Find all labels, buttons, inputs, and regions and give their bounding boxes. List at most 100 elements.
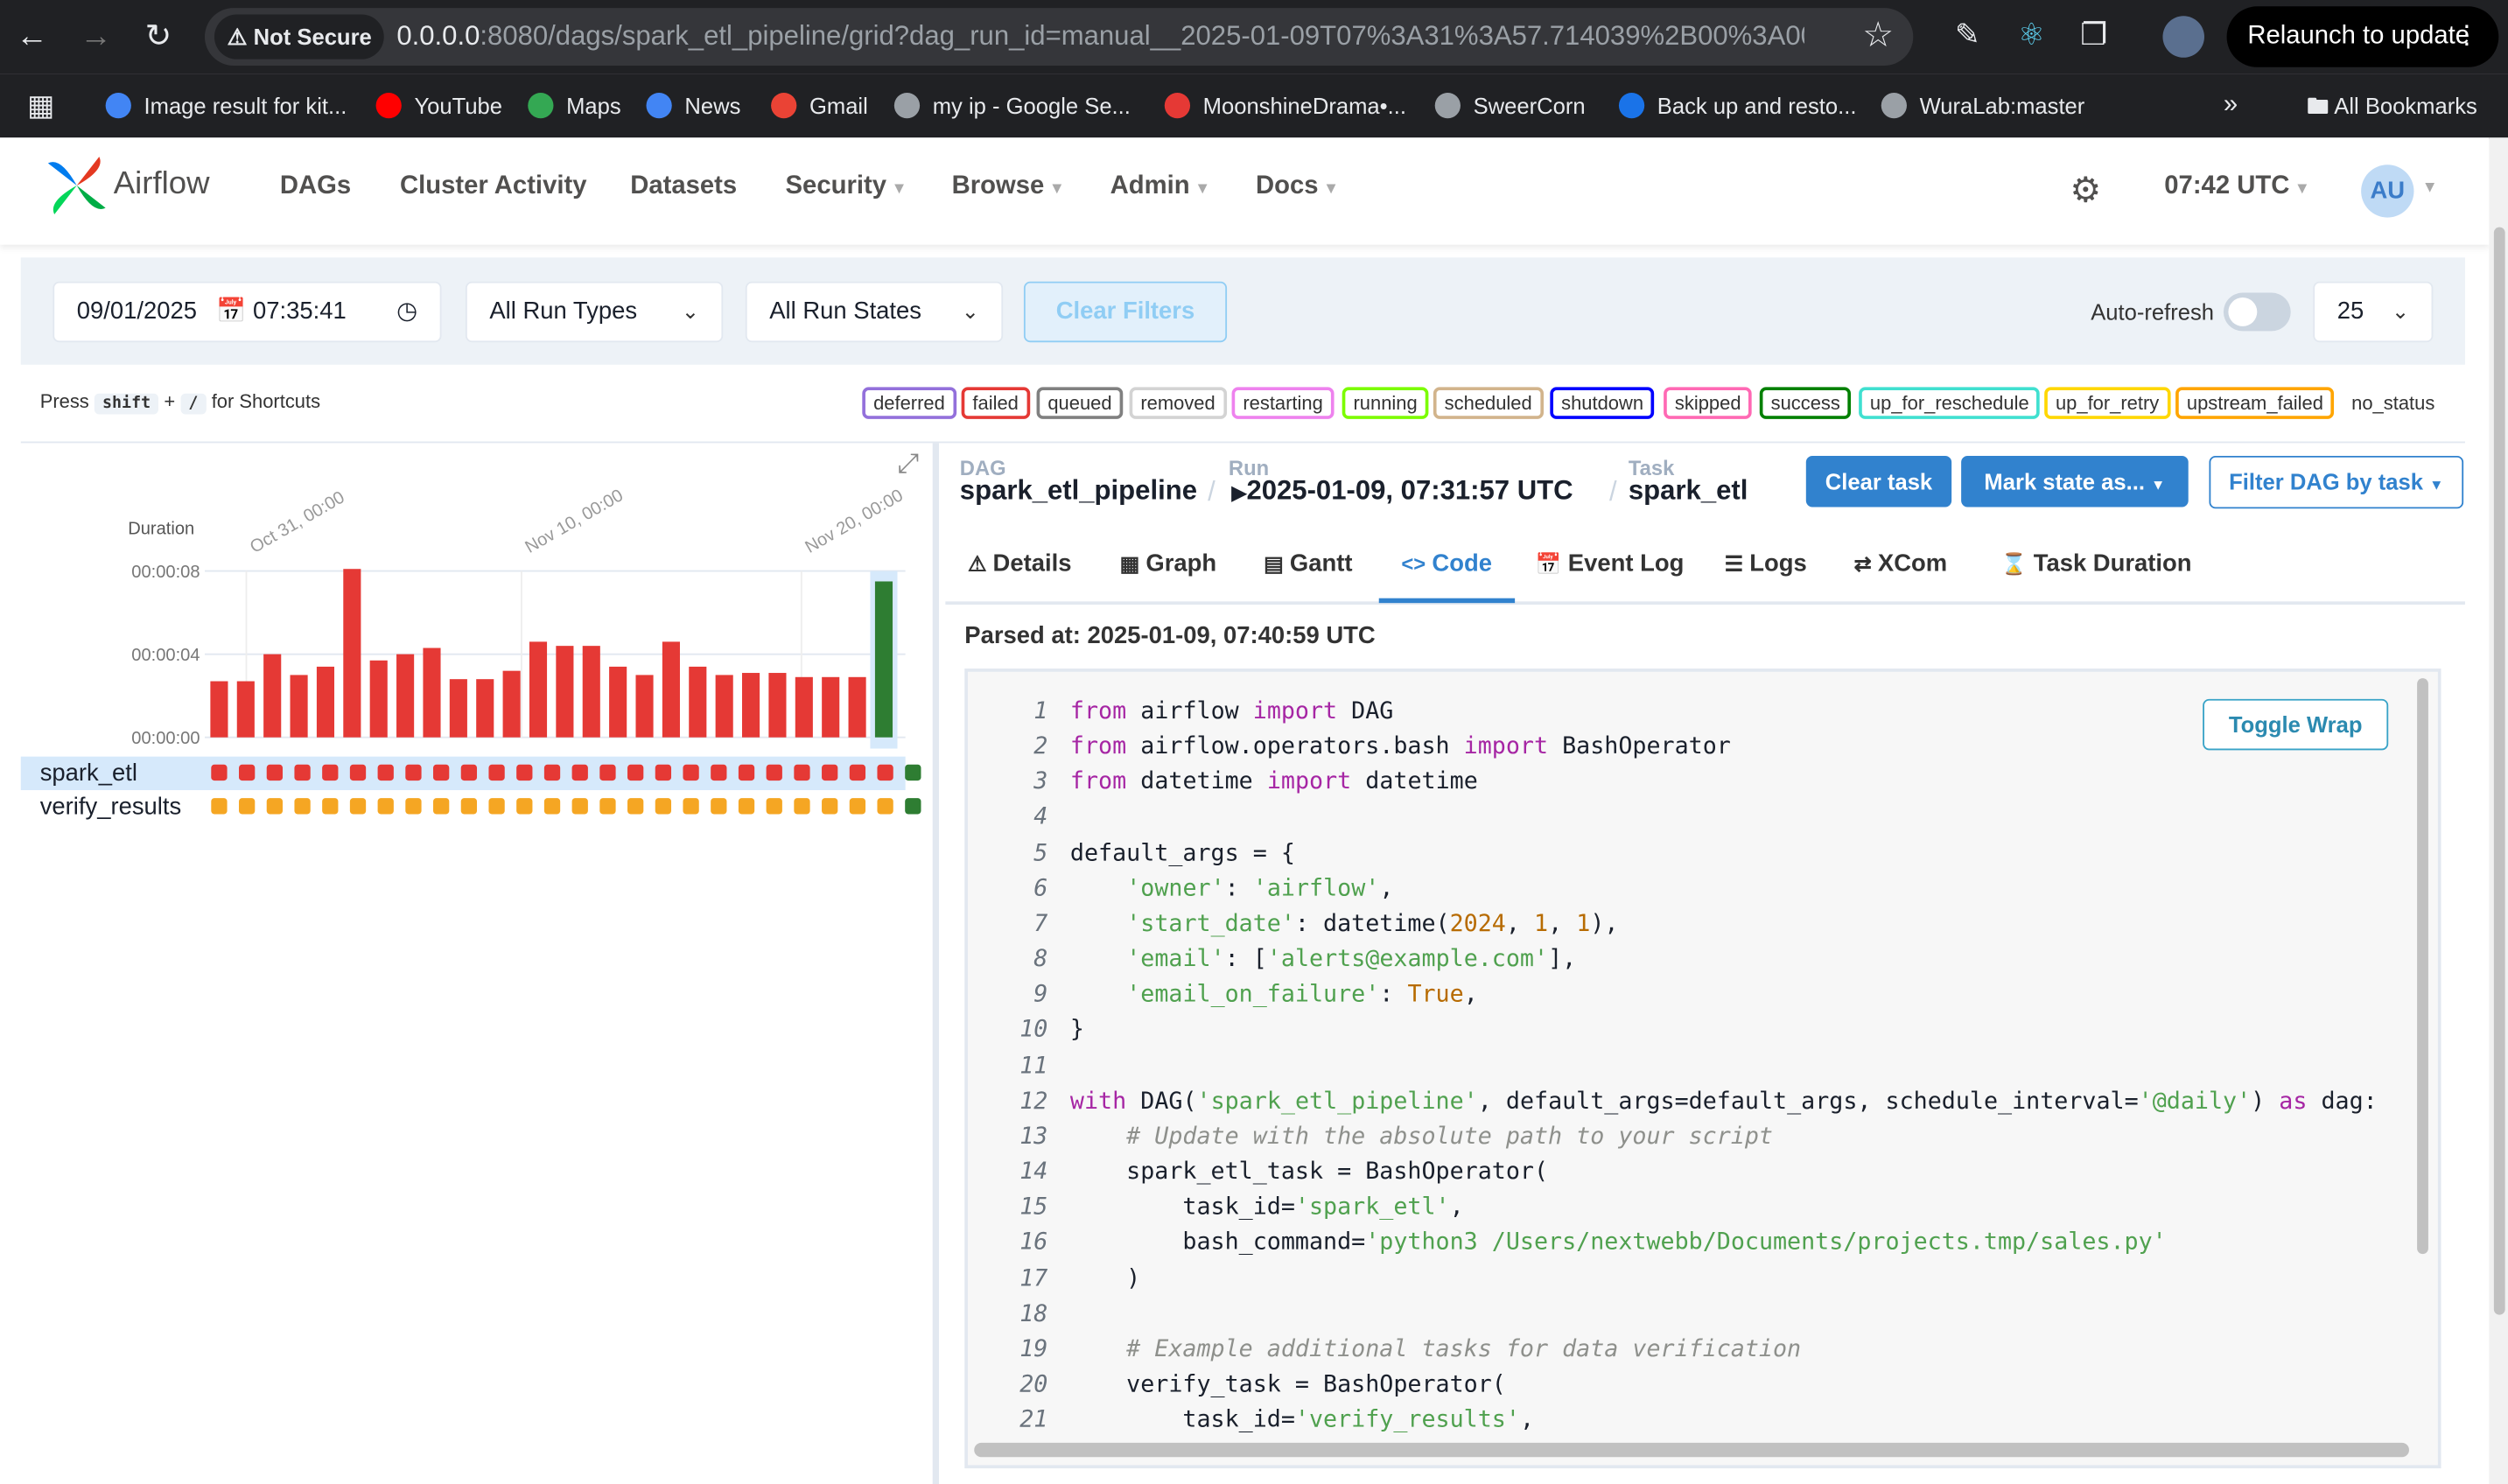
- task-instance-square[interactable]: [460, 798, 478, 815]
- code-horizontal-scrollbar[interactable]: [974, 1442, 2409, 1458]
- task-instance-square[interactable]: [849, 764, 866, 781]
- not-secure-badge[interactable]: ⚠ Not Secure: [214, 14, 385, 60]
- bookmark-item[interactable]: Maps: [528, 74, 621, 137]
- task-instance-square[interactable]: [516, 764, 533, 781]
- task-instance-square[interactable]: [627, 764, 644, 781]
- nav-datasets[interactable]: Datasets: [630, 172, 737, 201]
- task-instance-square[interactable]: [294, 798, 311, 815]
- breadcrumb-task[interactable]: spark_etl: [1629, 475, 1748, 508]
- bookmark-item[interactable]: Gmail: [771, 74, 868, 137]
- task-instance-square[interactable]: [239, 798, 256, 815]
- task-instance-square[interactable]: [849, 798, 866, 815]
- legend-failed[interactable]: failed: [961, 387, 1030, 419]
- task-instance-square[interactable]: [239, 764, 256, 781]
- task-instance-square[interactable]: [266, 798, 284, 815]
- task-instance-square[interactable]: [377, 798, 394, 815]
- run-states-select[interactable]: All Run States ⌄: [745, 281, 1004, 343]
- apps-grid-icon[interactable]: ▦: [27, 74, 54, 137]
- address-bar[interactable]: ⚠ Not Secure 0.0.0.0:8080/dags/spark_etl…: [204, 8, 1914, 66]
- task-instance-square[interactable]: [738, 764, 755, 781]
- tab-task-duration[interactable]: ⌛ Task Duration: [2001, 533, 2192, 598]
- gear-icon[interactable]: ⚙: [2070, 170, 2101, 212]
- tab-details[interactable]: ⚠ Details: [968, 533, 1072, 598]
- task-instance-square[interactable]: [711, 798, 727, 815]
- extensions-icon[interactable]: ❐: [2071, 14, 2116, 59]
- bookmark-item[interactable]: News: [646, 74, 740, 137]
- code-lines[interactable]: 1 from airflow import DAG 2 from airflow.op…: [968, 694, 2378, 1438]
- task-instance-square[interactable]: [599, 798, 616, 815]
- legend-up-for-reschedule[interactable]: up_for_reschedule: [1859, 387, 2041, 419]
- task-instance-square[interactable]: [433, 764, 450, 781]
- legend-removed[interactable]: removed: [1129, 387, 1227, 419]
- caret-down-icon[interactable]: ▼: [2422, 179, 2438, 197]
- legend-deferred[interactable]: deferred: [862, 387, 956, 419]
- nav-security[interactable]: Security ▼: [786, 172, 907, 201]
- task-instance-square[interactable]: [488, 798, 505, 815]
- page-size-select[interactable]: 25 ⌄: [2313, 281, 2434, 343]
- task-instance-square[interactable]: [683, 764, 699, 781]
- clear-task-button[interactable]: Clear task: [1805, 455, 1952, 508]
- nav-docs[interactable]: Docs ▼: [1256, 172, 1339, 201]
- relaunch-button[interactable]: Relaunch to update ⋮: [2226, 6, 2499, 67]
- task-instance-square[interactable]: [349, 764, 367, 781]
- task-instance-square[interactable]: [405, 764, 422, 781]
- task-instance-square[interactable]: [571, 764, 588, 781]
- task-instance-square[interactable]: [794, 764, 810, 781]
- tab-xcom[interactable]: ⇄ XCom: [1854, 533, 1947, 598]
- reload-icon[interactable]: ↻: [136, 14, 180, 59]
- task-instance-square[interactable]: [877, 764, 893, 781]
- task-instance-square[interactable]: [543, 798, 561, 815]
- legend-up-for-retry[interactable]: up_for_retry: [2044, 387, 2171, 419]
- task-instance-square[interactable]: [571, 798, 588, 815]
- task-instance-square[interactable]: [683, 798, 699, 815]
- task-instance-square[interactable]: [599, 764, 616, 781]
- legend-skipped[interactable]: skipped: [1664, 387, 1753, 419]
- nav-browse[interactable]: Browse ▼: [952, 172, 1065, 201]
- filter-dag-button[interactable]: Filter DAG by task ▼: [2209, 455, 2464, 509]
- calendar-icon[interactable]: 📅: [216, 298, 246, 325]
- task-instance-square[interactable]: [405, 798, 422, 815]
- code-viewer[interactable]: 1 from airflow import DAG 2 from airflow.op…: [964, 668, 2441, 1469]
- task-instance-square[interactable]: [905, 798, 921, 815]
- task-instance-square[interactable]: [822, 764, 838, 781]
- task-instance-square[interactable]: [433, 798, 450, 815]
- task-instance-square[interactable]: [655, 798, 672, 815]
- page-scrollbar[interactable]: [2489, 137, 2508, 1484]
- back-icon[interactable]: ←: [10, 14, 54, 59]
- profile-avatar[interactable]: [2162, 16, 2204, 58]
- time-clock-icon[interactable]: ◷: [396, 284, 417, 341]
- bookmark-item[interactable]: my ip - Google Se...: [893, 74, 1131, 137]
- task-instance-square[interactable]: [655, 764, 672, 781]
- task-instance-square[interactable]: [711, 764, 727, 781]
- bookmark-item[interactable]: Image result for kit...: [105, 74, 347, 137]
- forward-icon[interactable]: →: [74, 14, 118, 59]
- legend-upstream-failed[interactable]: upstream_failed: [2175, 387, 2335, 419]
- bookmark-star-icon[interactable]: ☆: [1862, 14, 1894, 56]
- eyedropper-icon[interactable]: ✎: [1945, 14, 1990, 59]
- tab-graph[interactable]: ▦ Graph: [1120, 533, 1217, 598]
- legend-shutdown[interactable]: shutdown: [1550, 387, 1655, 419]
- scrollbar-thumb[interactable]: [2493, 227, 2505, 1315]
- bookmark-item[interactable]: WuraLab:master: [1881, 74, 2084, 137]
- task-instance-square[interactable]: [211, 798, 228, 815]
- brand-name[interactable]: Airflow: [114, 166, 210, 203]
- task-instance-square[interactable]: [322, 798, 339, 815]
- clock-dropdown[interactable]: 07:42 UTC ▼: [2164, 172, 2310, 201]
- task-instance-square[interactable]: [877, 798, 893, 815]
- code-vertical-scrollbar[interactable]: [2417, 678, 2428, 1255]
- task-instance-square[interactable]: [738, 798, 755, 815]
- run-types-select[interactable]: All Run Types ⌄: [465, 281, 724, 343]
- tab-code[interactable]: <> Code: [1378, 533, 1515, 604]
- task-instance-square[interactable]: [377, 764, 394, 781]
- task-instance-square[interactable]: [211, 764, 228, 781]
- bookmark-item[interactable]: MoonshineDrama•...: [1164, 74, 1406, 137]
- nav-cluster-activity[interactable]: Cluster Activity: [400, 172, 586, 201]
- bookmark-item[interactable]: YouTube: [375, 74, 502, 137]
- react-devtools-icon[interactable]: ⚛: [2009, 14, 2054, 59]
- legend-queued[interactable]: queued: [1036, 387, 1124, 419]
- tab-event-log[interactable]: 📅 Event Log: [1536, 533, 1684, 598]
- task-instance-square[interactable]: [543, 764, 561, 781]
- legend-no-status[interactable]: no_status: [2340, 387, 2447, 419]
- collapse-icon[interactable]: ⤢: [898, 448, 920, 480]
- nav-admin[interactable]: Admin ▼: [1110, 172, 1211, 201]
